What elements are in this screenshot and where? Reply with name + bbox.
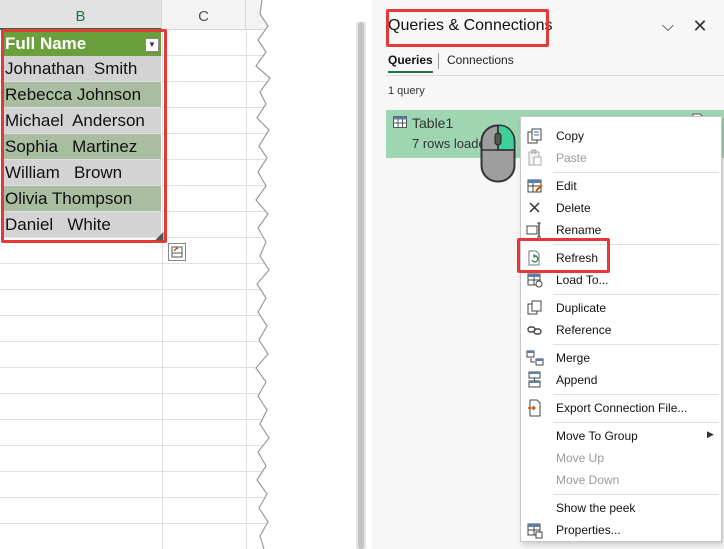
- menu-item-label: Append: [556, 373, 598, 387]
- delete-icon: [529, 202, 540, 213]
- query-status: 7 rows loaded.: [412, 136, 482, 151]
- pane-scrollbar[interactable]: [356, 22, 366, 549]
- menu-item-merge[interactable]: Merge: [521, 347, 721, 369]
- rename-icon: [526, 222, 541, 238]
- menu-separator: [553, 344, 719, 345]
- menu-item-label: Load To...: [556, 273, 609, 287]
- menu-item-edit[interactable]: Edit: [521, 175, 721, 197]
- menu-item-paste[interactable]: Paste: [521, 147, 721, 169]
- context-menu: Copy Paste Edit Delete Rename Refresh Lo…: [520, 116, 722, 542]
- merge-icon: [526, 350, 544, 366]
- edit-icon: [527, 179, 543, 193]
- menu-item-label: Edit: [556, 179, 577, 193]
- tab-connections[interactable]: Connections: [447, 53, 514, 67]
- menu-separator: [553, 394, 719, 395]
- menu-item-append[interactable]: Append: [521, 369, 721, 391]
- table-icon: [393, 116, 407, 128]
- column-header-b[interactable]: B: [0, 0, 162, 30]
- pane-divider: [386, 75, 724, 76]
- mouse-right-click-icon: [480, 124, 516, 183]
- menu-item-copy[interactable]: Copy: [521, 125, 721, 147]
- menu-item-reference[interactable]: Reference: [521, 319, 721, 341]
- menu-item-move-up[interactable]: Move Up: [521, 447, 721, 469]
- menu-item-move-down[interactable]: Move Down: [521, 469, 721, 491]
- quick-analysis-icon[interactable]: [168, 243, 186, 261]
- tab-queries[interactable]: Queries: [388, 53, 433, 73]
- menu-item-label: Reference: [556, 323, 612, 337]
- table-resize-handle-icon[interactable]: ◢: [155, 229, 163, 242]
- chevron-down-icon[interactable]: ⌵: [658, 18, 678, 38]
- menu-item-show-the-peek[interactable]: Show the peek: [521, 497, 721, 519]
- menu-item-delete[interactable]: Delete: [521, 197, 721, 219]
- submenu-arrow-icon: ▶: [707, 429, 714, 439]
- menu-item-move-to-group[interactable]: Move To Group ▶: [521, 425, 721, 447]
- menu-item-properties[interactable]: Properties...: [521, 519, 721, 541]
- paste-icon: [528, 149, 542, 166]
- menu-item-label: Properties...: [556, 523, 621, 537]
- title-highlight-box: [386, 9, 549, 47]
- export-icon: [528, 399, 541, 417]
- torn-edge-decoration: [255, 0, 296, 549]
- query-count: 1 query: [388, 85, 425, 97]
- menu-item-label: Delete: [556, 201, 591, 215]
- column-header-c[interactable]: C: [162, 0, 246, 30]
- tab-divider: [438, 53, 439, 69]
- menu-separator: [553, 494, 719, 495]
- menu-separator: [553, 172, 719, 173]
- menu-separator: [553, 294, 719, 295]
- menu-item-label: Export Connection File...: [556, 401, 688, 415]
- duplicate-icon: [527, 300, 542, 315]
- append-icon: [528, 371, 541, 388]
- menu-item-label: Copy: [556, 129, 585, 143]
- close-icon[interactable]: ✕: [690, 16, 710, 36]
- load-to-icon: [527, 273, 543, 288]
- menu-item-label: Move To Group: [556, 429, 638, 443]
- menu-item-export-connection-file[interactable]: Export Connection File...: [521, 397, 721, 419]
- query-name[interactable]: Table1: [412, 115, 453, 131]
- menu-item-label: Duplicate: [556, 301, 607, 315]
- menu-item-duplicate[interactable]: Duplicate: [521, 297, 721, 319]
- menu-item-label: Paste: [556, 151, 587, 165]
- copy-icon: [527, 128, 542, 144]
- reference-icon: [527, 326, 542, 335]
- menu-item-label: Move Down: [556, 473, 620, 487]
- selection-highlight-box: [1, 29, 167, 243]
- menu-separator: [553, 422, 719, 423]
- menu-item-label: Show the peek: [556, 501, 636, 515]
- menu-item-label: Rename: [556, 223, 602, 237]
- properties-icon: [527, 523, 543, 539]
- menu-item-label: Merge: [556, 351, 591, 365]
- refresh-highlight-box: [517, 238, 610, 273]
- menu-item-label: Move Up: [556, 451, 605, 465]
